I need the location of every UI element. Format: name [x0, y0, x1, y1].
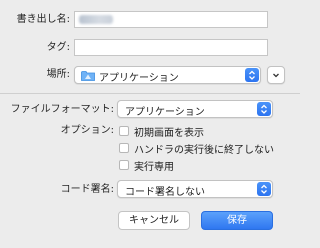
where-label: 場所: [46, 69, 70, 80]
tags-label: タグ: [46, 42, 70, 53]
run-only-checkbox[interactable] [119, 160, 129, 170]
up-down-chevron-icon [245, 68, 259, 82]
file-format-value: アプリケーション [125, 107, 205, 118]
code-sign-popup[interactable]: コード署名しない [117, 180, 273, 198]
folder-icon [81, 70, 95, 84]
up-down-chevron-icon [257, 182, 271, 196]
file-format-popup[interactable]: アプリケーション [117, 100, 273, 118]
export-name-label: 書き出し名: [16, 14, 70, 25]
show-startup-screen-label: 初期画面を表示 [134, 128, 204, 139]
code-sign-value: コード署名しない [125, 187, 205, 198]
expand-dialog-button[interactable] [267, 66, 285, 84]
cancel-button[interactable]: キャンセル [118, 211, 190, 230]
save-button[interactable]: 保存 [201, 211, 273, 230]
code-sign-label: コード署名: [60, 184, 114, 195]
file-format-label: ファイルフォーマット: [10, 104, 114, 115]
where-value: アプリケーション [99, 73, 179, 84]
divider [0, 93, 300, 94]
run-only-label: 実行専用 [134, 162, 174, 173]
options-label: オプション: [60, 125, 114, 136]
export-name-value-redacted [79, 15, 113, 24]
show-startup-screen-checkbox[interactable] [119, 126, 129, 136]
up-down-chevron-icon [257, 102, 271, 116]
tags-field[interactable] [74, 39, 268, 56]
stay-open-checkbox[interactable] [119, 143, 129, 153]
chevron-down-icon [271, 70, 281, 83]
export-name-field[interactable] [74, 11, 268, 28]
save-dialog: { "form": { "export_as_label": "書き出し名:",… [0, 0, 300, 248]
stay-open-label: ハンドラの実行後に終了しない [134, 145, 274, 156]
where-popup[interactable]: アプリケーション [74, 66, 261, 84]
